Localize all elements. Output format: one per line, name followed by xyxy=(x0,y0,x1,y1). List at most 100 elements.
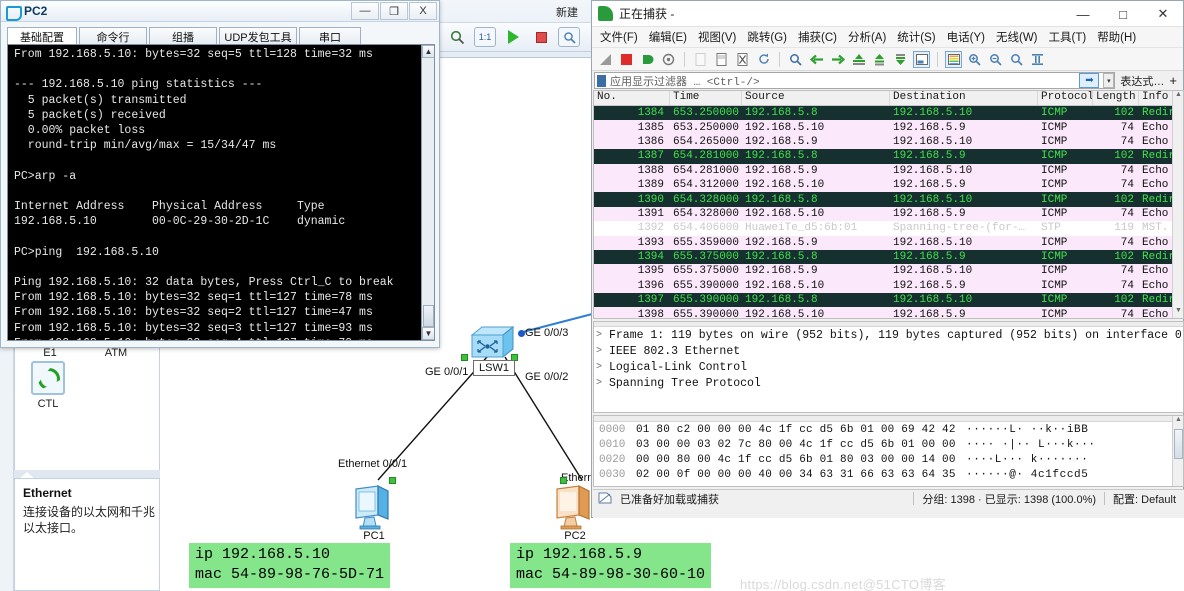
ws-minimize-button[interactable]: — xyxy=(1063,1,1103,27)
hex-dump-row[interactable]: 0000 01 80 c2 00 00 00 4c 1f cc d5 6b 01 … xyxy=(594,422,1183,437)
reload-file-icon[interactable] xyxy=(755,51,772,68)
menu-tools[interactable]: 工具(T) xyxy=(1049,29,1087,45)
packet-bytes-rows[interactable]: 0000 01 80 c2 00 00 00 4c 1f cc d5 6b 01 … xyxy=(594,422,1183,482)
hex-scrollbar-thumb[interactable] xyxy=(1174,429,1183,459)
device-slot-ctl[interactable]: CTL xyxy=(23,361,73,410)
packet-list-header[interactable]: No. Time Source Destination Protocol Len… xyxy=(594,91,1183,106)
hex-dump-row[interactable]: 0030 02 00 0f 00 00 00 40 00 34 63 31 66 … xyxy=(594,467,1183,482)
list-scroll-up-icon[interactable]: ▲ xyxy=(1173,91,1183,102)
table-row[interactable]: 1392 654.406000 HuaweiTe_d5:6b:01 Spanning-… xyxy=(594,221,1183,236)
scrollbar-thumb[interactable] xyxy=(423,305,434,327)
stop-all-icon[interactable] xyxy=(530,27,552,47)
go-to-first-icon[interactable] xyxy=(871,51,888,68)
filter-expression-button[interactable]: 表达式… xyxy=(1115,73,1169,89)
column-header-no[interactable]: No. xyxy=(594,91,670,105)
pc-icon-pc1[interactable] xyxy=(352,485,396,531)
hex-dump-row[interactable]: 0010 03 00 00 03 02 7c 80 00 4c 1f cc d5 … xyxy=(594,437,1183,452)
scroll-up-icon[interactable]: ▲ xyxy=(422,45,434,58)
detail-tree-row[interactable]: > IEEE 802.3 Ethernet xyxy=(594,343,1183,359)
menu-statistics[interactable]: 统计(S) xyxy=(897,29,935,45)
tab-multicast[interactable]: 组播 xyxy=(149,27,217,45)
filter-add-button[interactable]: + xyxy=(1169,73,1181,88)
chevron-right-icon[interactable]: > xyxy=(596,346,609,357)
tab-serial-port[interactable]: 串口 xyxy=(299,27,361,45)
detail-tree-row[interactable]: > Spanning Tree Protocol xyxy=(594,375,1183,391)
menu-go[interactable]: 跳转(G) xyxy=(747,29,787,45)
bytes-pane-scrollbar[interactable]: ▲ xyxy=(1172,416,1183,486)
capture-options-icon[interactable] xyxy=(660,51,677,68)
table-row[interactable]: 1391 654.328000 192.168.5.10 192.168.5.9 ICM… xyxy=(594,206,1183,222)
switch-icon-lsw1[interactable] xyxy=(470,325,516,359)
hex-scroll-up-icon[interactable]: ▲ xyxy=(1173,416,1183,427)
start-all-icon[interactable] xyxy=(502,27,524,47)
pc2-terminal[interactable]: From 192.168.5.10: bytes=32 seq=5 ttl=12… xyxy=(7,44,435,341)
menu-edit[interactable]: 编辑(E) xyxy=(649,29,687,45)
tab-udp-tool[interactable]: UDP发包工具 xyxy=(219,27,297,45)
chevron-right-icon[interactable]: > xyxy=(596,330,609,341)
close-button[interactable]: X xyxy=(409,2,437,20)
table-row[interactable]: 1387 654.281000 192.168.5.8 192.168.5.9 ICMP… xyxy=(594,149,1183,164)
zoom-tool-icon[interactable] xyxy=(446,27,468,47)
zoom-reset-icon[interactable] xyxy=(1008,51,1025,68)
zoom-out-icon[interactable] xyxy=(987,51,1004,68)
chevron-right-icon[interactable]: > xyxy=(596,378,609,389)
ws-maximize-button[interactable]: □ xyxy=(1103,1,1143,27)
pc2-terminal-scrollbar[interactable]: ▲ ▼ xyxy=(421,45,434,340)
pc2-tabs[interactable]: 基础配置 命令行 组播 UDP发包工具 串口 xyxy=(7,26,435,45)
close-file-icon[interactable] xyxy=(734,51,751,68)
pc2-window[interactable]: PC2 — ❐ X 基础配置 命令行 组播 UDP发包工具 串口 From 19… xyxy=(0,0,440,348)
capture-file-properties-icon[interactable] xyxy=(598,492,612,505)
maximize-button[interactable]: ❐ xyxy=(380,2,408,20)
menu-view[interactable]: 视图(V) xyxy=(698,29,736,45)
menu-telephony[interactable]: 电话(Y) xyxy=(947,29,985,45)
tab-command-line[interactable]: 命令行 xyxy=(79,27,147,45)
save-file-icon[interactable] xyxy=(713,51,730,68)
start-capture-icon[interactable] xyxy=(597,51,614,68)
menu-help[interactable]: 帮助(H) xyxy=(1097,29,1136,45)
pc2-titlebar[interactable]: PC2 — ❐ X xyxy=(1,1,439,22)
detail-tree-row[interactable]: > Frame 1: 119 bytes on wire (952 bits), … xyxy=(594,327,1183,343)
wireshark-toolbar[interactable] xyxy=(592,48,1183,71)
wireshark-titlebar[interactable]: 正在捕获 - — □ ✕ xyxy=(592,1,1183,27)
display-filter-input[interactable]: 应用显示过滤器 … <Ctrl-/> ➡ ▾ xyxy=(594,72,1116,89)
packet-details-pane[interactable]: > Frame 1: 119 bytes on wire (952 bits), … xyxy=(593,321,1184,413)
column-header-source[interactable]: Source xyxy=(742,91,890,105)
tab-basic-config[interactable]: 基础配置 xyxy=(7,27,77,45)
table-row[interactable]: 1398 655.390000 192.168.5.10 192.168.5.9 ICM… xyxy=(594,307,1183,318)
detail-tree-row[interactable]: > Logical-Link Control xyxy=(594,359,1183,375)
table-row[interactable]: 1396 655.390000 192.168.5.10 192.168.5.9 ICM… xyxy=(594,278,1183,294)
chevron-right-icon[interactable]: > xyxy=(596,362,609,373)
table-row[interactable]: 1395 655.375000 192.168.5.9 192.168.5.10 ICM… xyxy=(594,264,1183,279)
table-row[interactable]: 1390 654.328000 192.168.5.8 192.168.5.10 ICM… xyxy=(594,192,1183,207)
zoom-in-icon[interactable] xyxy=(966,51,983,68)
one-to-one-icon[interactable]: 1:1 xyxy=(474,27,496,47)
open-file-icon[interactable] xyxy=(692,51,709,68)
menu-capture[interactable]: 捕获(C) xyxy=(798,29,837,45)
menu-analyze[interactable]: 分析(A) xyxy=(848,29,886,45)
colorize-icon[interactable] xyxy=(945,50,962,68)
packet-list-rows[interactable]: 1384 653.250000 192.168.5.8 192.168.5.10 ICM… xyxy=(594,106,1183,318)
scroll-down-icon[interactable]: ▼ xyxy=(422,327,434,340)
go-back-icon[interactable] xyxy=(808,51,825,68)
packet-bytes-pane[interactable]: 0000 01 80 c2 00 00 00 4c 1f cc d5 6b 01 … xyxy=(593,415,1184,487)
menu-wireless[interactable]: 无线(W) xyxy=(996,29,1038,45)
go-forward-icon[interactable] xyxy=(829,51,846,68)
minimize-button[interactable]: — xyxy=(351,2,379,20)
column-header-length[interactable]: Length xyxy=(1093,91,1139,105)
table-row[interactable]: 1393 655.359000 192.168.5.9 192.168.5.10 ICM… xyxy=(594,235,1183,250)
go-to-packet-icon[interactable] xyxy=(850,51,867,68)
table-row[interactable]: 1385 653.250000 192.168.5.10 192.168.5.9 ICM… xyxy=(594,120,1183,135)
column-header-time[interactable]: Time xyxy=(670,91,742,105)
packet-details-rows[interactable]: > Frame 1: 119 bytes on wire (952 bits), … xyxy=(594,327,1183,391)
packet-list-scrollbar[interactable]: ▲ ▼ xyxy=(1172,91,1183,318)
menu-file[interactable]: 文件(F) xyxy=(600,29,638,45)
resize-columns-icon[interactable] xyxy=(1029,51,1046,68)
table-row[interactable]: 1394 655.375000 192.168.5.8 192.168.5.9 ICMP… xyxy=(594,249,1183,265)
wireshark-window[interactable]: 正在捕获 - — □ ✕ 文件(F) 编辑(E) 视图(V) 跳转(G) 捕获(… xyxy=(591,0,1184,518)
wireshark-menubar[interactable]: 文件(F) 编辑(E) 视图(V) 跳转(G) 捕获(C) 分析(A) 统计(S… xyxy=(592,27,1183,48)
filter-bookmark-icon[interactable] xyxy=(597,74,606,87)
auto-scroll-icon[interactable] xyxy=(913,50,930,68)
stop-capture-icon[interactable] xyxy=(618,51,635,68)
filter-history-chevron-down-icon[interactable]: ▾ xyxy=(1103,73,1115,88)
filter-apply-icon[interactable]: ➡ xyxy=(1079,73,1100,88)
